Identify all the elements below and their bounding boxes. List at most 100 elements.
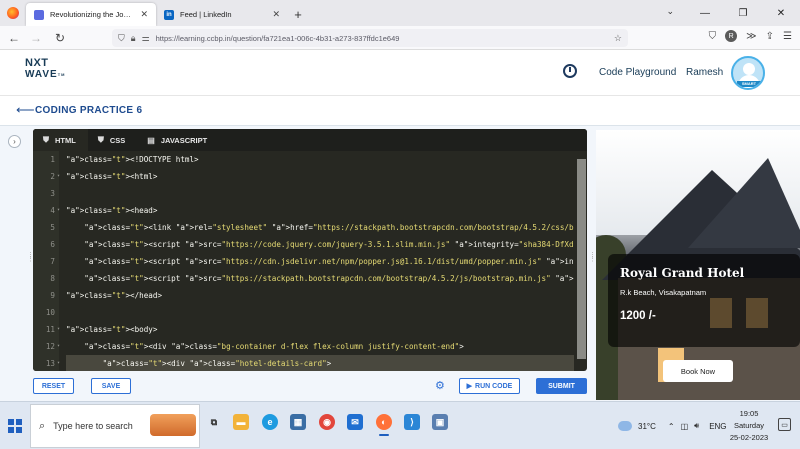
browser-tab-linkedin[interactable]: in Feed | LinkedIn ✕	[156, 3, 288, 26]
tab-javascript[interactable]: ▤ JAVASCRIPT	[137, 129, 219, 151]
shield-icon[interactable]: ⛉	[118, 33, 125, 44]
editor-scrollbar[interactable]	[577, 159, 586, 359]
chrome-icon[interactable]: ◉	[319, 414, 335, 430]
reset-button[interactable]: RESET	[33, 378, 74, 394]
address-bar[interactable]: ⛉ 🔒︎ ⚌ https://learning.ccbp.in/question…	[112, 29, 628, 47]
browser-tab-active[interactable]: Revolutionizing the Job Market ✕	[26, 3, 156, 26]
code-text[interactable]: "a">class="t"><div "a">class="hotel-deta…	[66, 355, 574, 371]
edge-icon[interactable]: e	[262, 414, 278, 430]
volume-icon[interactable]: 🔊︎	[694, 421, 699, 431]
code-text[interactable]: "a">class="t"><html>	[66, 168, 574, 185]
resize-handle-right[interactable]: ⋮ ⋮	[589, 252, 596, 263]
tab-html[interactable]: ⛊ HTML	[33, 129, 88, 151]
code-line[interactable]: 5 "a">class="t"><link "a">rel="styleshee…	[33, 219, 587, 236]
restore-icon[interactable]: ❐	[724, 0, 762, 26]
save-button[interactable]: SAVE	[91, 378, 131, 394]
settings-gear-icon[interactable]: ⚙	[435, 379, 445, 392]
close-window-icon[interactable]: ✕	[762, 0, 800, 26]
photos-icon[interactable]: ▣	[432, 414, 448, 430]
browser-tab-strip: Revolutionizing the Job Market ✕ in Feed…	[0, 0, 800, 26]
fold-chevron-icon[interactable]: ▾	[57, 338, 60, 355]
code-text[interactable]: "a">class="t"><link "a">rel="stylesheet"…	[66, 219, 574, 236]
close-tab-icon[interactable]: ✕	[272, 9, 280, 20]
fold-chevron-icon[interactable]: ▾	[57, 202, 60, 219]
submit-button[interactable]: SUBMIT	[536, 378, 587, 394]
code-line[interactable]: 3	[33, 185, 587, 202]
microsoft-store-icon[interactable]: ▦	[290, 414, 306, 430]
code-text[interactable]: "a">class="t"><body>	[66, 321, 574, 338]
code-area[interactable]: 1 "a">class="t"><!DOCTYPE html> 2 ▾ "a">clas…	[33, 151, 587, 371]
pocket-icon[interactable]: ⛉	[709, 31, 717, 42]
lock-icon[interactable]: 🔒︎	[131, 33, 136, 44]
search-icon: ⌕	[39, 419, 46, 432]
network-icon[interactable]: ◫	[681, 422, 689, 431]
code-text[interactable]: "a">class="t"><script "a">src="https://c…	[66, 253, 574, 270]
code-playground-link[interactable]: Code Playground	[599, 67, 676, 78]
code-text[interactable]: "a">class="t"></head>	[66, 287, 574, 304]
user-name[interactable]: Ramesh	[686, 67, 723, 78]
javascript-file-icon: ▤	[147, 135, 155, 145]
weather-cloud-icon[interactable]	[618, 421, 632, 431]
fold-chevron-icon[interactable]: ▾	[57, 321, 60, 338]
show-hidden-icons-chevron-icon[interactable]: ⌃	[668, 422, 675, 431]
account-avatar[interactable]: R	[725, 30, 738, 42]
firefox-icon[interactable]	[0, 0, 26, 26]
nxtwave-logo[interactable]: NXT WAVETM	[25, 58, 66, 81]
code-text[interactable]: "a">class="t"><!DOCTYPE html>	[66, 151, 574, 168]
fold-chevron-icon[interactable]: ▾	[57, 355, 60, 371]
list-all-tabs-chevron-icon[interactable]: ⌄	[666, 6, 674, 17]
mail-icon[interactable]: ✉	[347, 414, 363, 430]
url-text[interactable]: https://learning.ccbp.in/question/fa721e…	[156, 34, 608, 43]
taskbar-clock[interactable]: 19:05 Saturday 25-02-2023	[728, 408, 770, 444]
practice-title-bar: ⟵ CODING PRACTICE 6	[0, 96, 800, 126]
expand-sidebar-chevron-icon[interactable]: ›	[8, 135, 21, 148]
code-text[interactable]: "a">class="t"><script "a">src="https://s…	[66, 270, 574, 287]
code-line[interactable]: 10	[33, 304, 587, 321]
code-text[interactable]: "a">class="t"><script "a">src="https://c…	[66, 236, 574, 253]
back-icon[interactable]: ←	[3, 31, 25, 45]
editor-tabs: ⛊ HTML ⛊ CSS ▤ JAVASCRIPT	[33, 129, 587, 151]
vscode-icon[interactable]: ⟩	[404, 414, 420, 430]
notifications-icon[interactable]: ▭	[778, 418, 791, 431]
hotel-details-card: Royal Grand Hotel R.k Beach, Visakapatna…	[608, 254, 800, 347]
code-line[interactable]: 13 ▾ "a">class="t"><div "a">class="hotel-…	[33, 355, 587, 371]
weather-temp[interactable]: 31°C	[638, 422, 656, 431]
timer-icon[interactable]	[563, 64, 577, 78]
minimize-icon[interactable]: —	[686, 0, 724, 26]
code-line[interactable]: 8 "a">class="t"><script "a">src="https:/…	[33, 270, 587, 287]
permissions-icon[interactable]: ⚌	[142, 33, 150, 44]
fold-chevron-icon[interactable]: ▾	[57, 168, 60, 185]
code-line[interactable]: 12 ▾ "a">class="t"><div "a">class="bg-con…	[33, 338, 587, 355]
code-line[interactable]: 1 "a">class="t"><!DOCTYPE html>	[33, 151, 587, 168]
menu-icon[interactable]: ☰	[783, 31, 792, 42]
code-text[interactable]: "a">class="t"><div "a">class="bg-contain…	[66, 338, 574, 355]
start-button[interactable]	[0, 402, 30, 449]
code-line[interactable]: 11 ▾ "a">class="t"><body>	[33, 321, 587, 338]
windows-logo-icon	[8, 419, 22, 433]
avatar[interactable]: SMART	[731, 56, 765, 90]
code-line[interactable]: 7 "a">class="t"><script "a">src="https:/…	[33, 253, 587, 270]
window-controls: — ❐ ✕	[686, 0, 800, 26]
firefox-taskbar-icon[interactable]: ◐	[376, 414, 392, 436]
close-tab-icon[interactable]: ✕	[140, 9, 148, 20]
new-tab-plus-icon[interactable]: +	[288, 3, 308, 26]
forward-icon[interactable]: →	[25, 31, 47, 45]
tab-css[interactable]: ⛊ CSS	[88, 129, 137, 151]
code-line[interactable]: 4 ▾ "a">class="t"><head>	[33, 202, 587, 219]
code-text[interactable]: "a">class="t"><head>	[66, 202, 574, 219]
reload-icon[interactable]: ↻	[49, 31, 71, 45]
extension-icon[interactable]: ≫	[746, 31, 756, 42]
code-line[interactable]: 9 "a">class="t"></head>	[33, 287, 587, 304]
share-icon[interactable]: ⇪	[766, 31, 774, 42]
run-code-button[interactable]: ▶ RUN CODE	[459, 378, 520, 394]
code-line[interactable]: 2 ▾ "a">class="t"><html>	[33, 168, 587, 185]
file-explorer-icon[interactable]: ▬	[233, 414, 249, 430]
back-arrow-icon[interactable]: ⟵	[16, 102, 35, 118]
bookmark-star-icon[interactable]: ☆	[614, 33, 622, 44]
task-view-icon[interactable]: ⧉	[206, 414, 222, 430]
book-now-button[interactable]: Book Now	[663, 360, 733, 382]
code-line[interactable]: 6 "a">class="t"><script "a">src="https:/…	[33, 236, 587, 253]
hotel-location: R.k Beach, Visakapatnam	[620, 288, 707, 297]
language-indicator[interactable]: ENG	[709, 422, 726, 431]
search-highlight-image[interactable]	[150, 414, 196, 436]
